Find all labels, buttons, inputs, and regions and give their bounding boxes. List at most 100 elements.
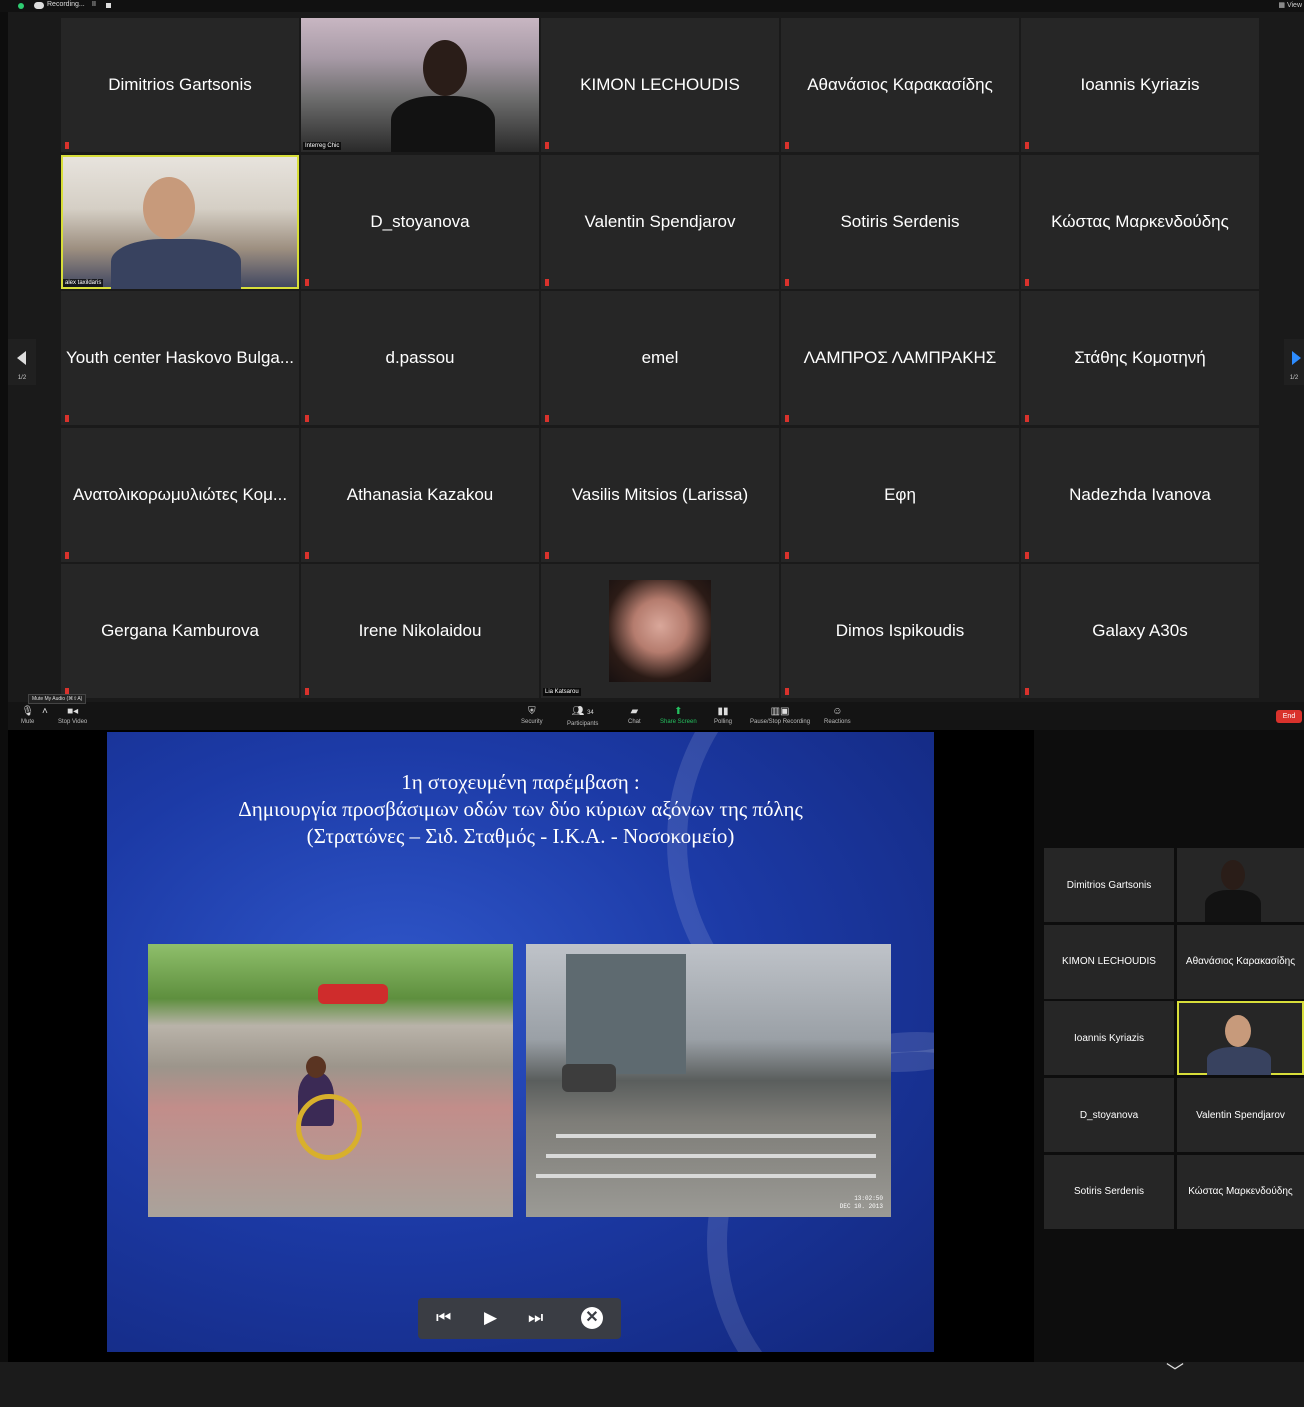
muted-mic-icon — [305, 688, 309, 695]
participant-tile[interactable]: Athanasia Kazakou — [301, 427, 539, 562]
participant-name: Ανατολικορωμυλιώτες Κομ... — [72, 484, 288, 504]
next-slide-button[interactable]: ⏭ — [528, 1308, 543, 1328]
side-participant-tile[interactable] — [1177, 1001, 1304, 1076]
slideshow-control-bar: ⏮ ▶ ⏭ ✕ — [418, 1298, 621, 1339]
slide-title-line2: Δημιουργία προσβάσιμων οδών των δύο κύρι… — [238, 797, 803, 821]
pause-stop-recording-button[interactable]: ▥▣ Pause/Stop Recording — [750, 706, 810, 725]
participant-tile[interactable]: alex taxildaris — [61, 154, 299, 289]
muted-mic-icon — [65, 142, 69, 149]
participant-name: ΛΑΜΠΡΟΣ ΛΑΜΠΡΑΚΗΣ — [803, 348, 997, 367]
previous-slide-button[interactable]: ⏮ — [436, 1308, 451, 1328]
muted-mic-icon — [65, 415, 69, 422]
participant-tile[interactable]: Εφη — [781, 427, 1019, 562]
side-participant-tile[interactable]: Valentin Spendjarov — [1177, 1078, 1304, 1153]
participant-name: Interreg Chic — [303, 142, 342, 150]
slide-title-line1: 1η στοχευμένη παρέμβαση : — [401, 770, 640, 794]
participant-name: Dimitrios Gartsonis — [108, 75, 252, 94]
stop-recording-button[interactable] — [106, 3, 111, 8]
participant-tile[interactable]: Youth center Haskovo Bulga... — [61, 291, 299, 425]
participant-tile[interactable]: d.passou — [301, 291, 539, 425]
side-participant-tile[interactable] — [1177, 848, 1304, 922]
pause-recording-button[interactable]: II — [92, 1, 96, 8]
next-page-button[interactable]: 1/2 — [1284, 339, 1304, 385]
photo-date: DEC 10. 2013 — [839, 1203, 883, 1210]
crosswalk-stripe — [536, 1174, 876, 1178]
participant-tile[interactable]: D_stoyanova — [301, 154, 539, 289]
participants-label: Participants — [567, 721, 599, 727]
muted-mic-icon — [545, 278, 549, 286]
participant-tile[interactable]: Gergana Kamburova — [61, 564, 299, 698]
chat-bubble-icon: ▰ — [630, 706, 639, 717]
end-meeting-button[interactable]: End — [1276, 710, 1302, 723]
security-button[interactable]: ⛨ Security — [521, 706, 543, 725]
profile-photo — [609, 580, 711, 682]
share-screen-label: Share Screen — [660, 719, 697, 725]
muted-mic-icon — [785, 278, 789, 286]
close-slideshow-button[interactable]: ✕ — [581, 1307, 603, 1329]
participant-tile[interactable]: Dimitrios Gartsonis — [61, 18, 299, 152]
participant-name: Valentin Spendjarov — [1196, 1109, 1285, 1121]
slide-photo-wheelchair-ramp — [148, 944, 513, 1217]
share-screen-button[interactable]: ⬆ Share Screen — [660, 706, 697, 725]
chat-button[interactable]: ▰ Chat — [628, 706, 641, 725]
participant-tile[interactable]: Ioannis Kyriazis — [1021, 18, 1259, 152]
participant-tile[interactable]: Ανατολικορωμυλιώτες Κομ... — [61, 427, 299, 562]
participant-name: Ioannis Kyriazis — [1073, 1032, 1145, 1044]
participant-tile[interactable]: Galaxy A30s — [1021, 564, 1259, 698]
chat-label: Chat — [628, 719, 641, 725]
participant-head — [143, 176, 195, 239]
muted-mic-icon — [1025, 688, 1029, 695]
security-label: Security — [521, 719, 543, 725]
participant-name: KIMON LECHOUDIS — [580, 75, 740, 94]
previous-page-button[interactable]: 1/2 — [8, 339, 36, 385]
muted-mic-icon — [785, 142, 789, 149]
participant-body — [391, 96, 495, 152]
participant-tile[interactable]: Sotiris Serdenis — [781, 154, 1019, 289]
side-participant-tile[interactable]: Ioannis Kyriazis — [1044, 1001, 1174, 1076]
person-head — [306, 1056, 326, 1078]
muted-mic-icon — [305, 551, 309, 559]
pause-stop-icon: ▥▣ — [770, 706, 790, 717]
participant-tile[interactable]: Nadezhda Ivanova — [1021, 427, 1259, 562]
participant-tile[interactable]: Lia Katsarou — [541, 564, 779, 698]
participant-tile[interactable]: Αθανάσιος Καρακασίδης — [781, 18, 1019, 152]
reactions-button[interactable]: ☺ Reactions — [824, 706, 851, 725]
participant-tile[interactable]: KIMON LECHOUDIS — [541, 18, 779, 152]
wheelchair-wheel — [296, 1094, 362, 1160]
muted-mic-icon — [545, 551, 549, 559]
audio-options-caret[interactable]: ˄ — [42, 706, 48, 719]
participant-tile[interactable]: Κώστας Μαρκενδούδης — [1021, 154, 1259, 289]
view-button[interactable]: ▦ View — [1278, 1, 1302, 9]
participant-tile[interactable]: Vasilis Mitsios (Larissa) — [541, 427, 779, 562]
pause-stop-recording-label: Pause/Stop Recording — [750, 719, 811, 725]
mute-button[interactable]: 🎙︎ Mute — [21, 706, 34, 725]
muted-mic-icon — [785, 551, 789, 559]
participant-tile[interactable]: Irene Nikolaidou — [301, 564, 539, 698]
microphone-icon: 🎙︎ — [21, 706, 35, 717]
participant-name: Galaxy A30s — [1092, 621, 1188, 640]
participant-tile[interactable]: ΛΑΜΠΡΟΣ ΛΑΜΠΡΑΚΗΣ — [781, 291, 1019, 425]
side-participant-tile[interactable]: Dimitrios Gartsonis — [1044, 848, 1174, 922]
participant-name: Κώστας Μαρκενδούδης — [1051, 211, 1229, 231]
participants-button[interactable]: 👥︎ 34 Participants — [567, 706, 598, 727]
participant-tile[interactable]: Valentin Spendjarov — [541, 154, 779, 289]
participant-tile[interactable]: Interreg Chic — [301, 18, 539, 152]
side-participant-tile[interactable]: Αθανάσιος Καρακασίδης — [1177, 924, 1304, 999]
side-participant-tile[interactable]: Κώστας Μαρκενδούδης — [1177, 1154, 1304, 1229]
caret-up-icon: ˄ — [42, 706, 48, 717]
side-participant-tile[interactable]: D_stoyanova — [1044, 1078, 1174, 1153]
side-participant-tile[interactable]: Sotiris Serdenis — [1044, 1154, 1174, 1229]
participant-name: D_stoyanova — [1079, 1109, 1139, 1121]
side-participant-tile[interactable]: KIMON LECHOUDIS — [1044, 924, 1174, 999]
play-button[interactable]: ▶ — [484, 1308, 497, 1328]
stop-video-button[interactable]: ■◂ Stop Video — [58, 706, 87, 725]
muted-mic-icon — [305, 415, 309, 422]
participant-tile[interactable]: Dimos Ispikoudis — [781, 564, 1019, 698]
chevron-down-icon[interactable]: ﹀ — [1166, 1358, 1184, 1384]
muted-mic-icon — [785, 415, 789, 422]
slide-title-line3: (Στρατώνες – Σιδ. Σταθμός - Ι.Κ.Α. - Νοσ… — [306, 824, 735, 848]
participant-tile[interactable]: emel — [541, 291, 779, 425]
recording-status-text: Recording... — [47, 1, 85, 8]
polling-button[interactable]: ▮▮ Polling — [714, 706, 732, 725]
participant-tile[interactable]: Στάθης Κομοτηνή — [1021, 291, 1259, 425]
